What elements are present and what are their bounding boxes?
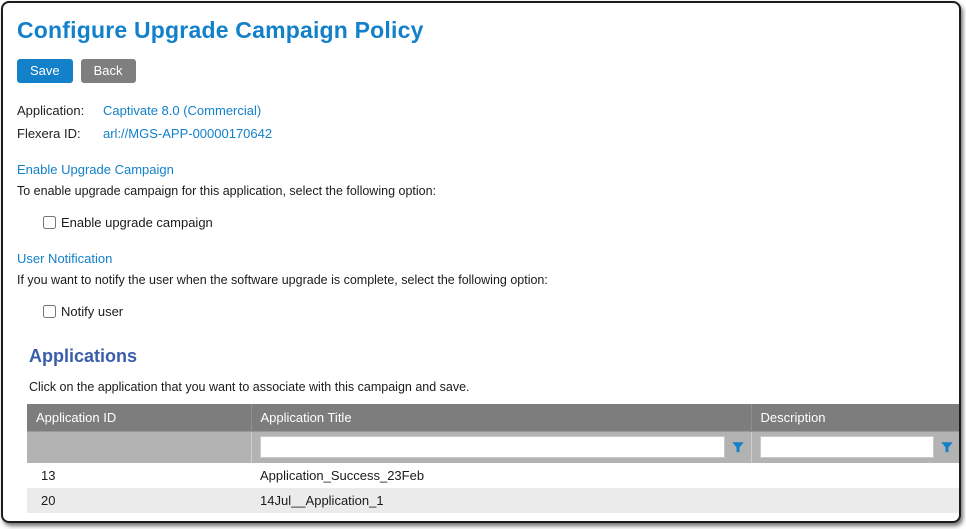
cell-description[interactable] [751,463,960,488]
flexera-id-label: Flexera ID: [17,126,103,141]
column-header-application-id[interactable]: Application ID [27,404,251,431]
enable-campaign-checkbox-row[interactable]: Enable upgrade campaign [43,215,959,230]
cell-application-id[interactable]: 20 [27,488,251,513]
application-title-filter-input[interactable] [260,436,725,458]
save-button[interactable]: Save [17,59,73,83]
cell-application-title[interactable]: 14Jul__Application_1 [251,488,751,513]
page-title: Configure Upgrade Campaign Policy [17,17,959,44]
cell-application-title[interactable]: Application_Success_23Feb [251,463,751,488]
table-row[interactable]: 13 Application_Success_23Feb [27,463,960,488]
application-label: Application: [17,103,103,118]
column-header-application-title[interactable]: Application Title [251,404,751,431]
column-header-description[interactable]: Description [751,404,960,431]
cell-description[interactable] [751,488,960,513]
filter-cell-description [751,431,960,463]
enable-campaign-heading: Enable Upgrade Campaign [17,162,959,177]
filter-cell-application-title [251,431,751,463]
filter-cell-application-id [27,431,251,463]
user-notification-description: If you want to notify the user when the … [17,273,959,287]
application-info: Application: Captivate 8.0 (Commercial) … [17,103,959,141]
applications-heading: Applications [29,346,959,367]
applications-table: Application ID Application Title Descrip… [27,404,961,513]
cell-application-id[interactable]: 13 [27,463,251,488]
table-row[interactable]: 20 14Jul__Application_1 [27,488,960,513]
back-button[interactable]: Back [81,59,136,83]
enable-campaign-checkbox[interactable] [43,216,56,229]
applications-description: Click on the application that you want t… [29,380,959,394]
notify-user-checkbox-label: Notify user [61,304,123,319]
filter-icon[interactable] [940,440,954,454]
application-link[interactable]: Captivate 8.0 (Commercial) [103,103,261,118]
notify-user-checkbox[interactable] [43,305,56,318]
description-filter-input[interactable] [760,436,934,458]
flexera-id-row: Flexera ID: arl://MGS-APP-00000170642 [17,126,959,141]
table-filter-row [27,431,960,463]
configure-upgrade-campaign-window: Configure Upgrade Campaign Policy Save B… [1,1,961,523]
flexera-id-link[interactable]: arl://MGS-APP-00000170642 [103,126,272,141]
filter-icon[interactable] [731,440,745,454]
enable-campaign-description: To enable upgrade campaign for this appl… [17,184,959,198]
table-header-row: Application ID Application Title Descrip… [27,404,960,431]
enable-campaign-checkbox-label: Enable upgrade campaign [61,215,213,230]
notify-user-checkbox-row[interactable]: Notify user [43,304,959,319]
page-content: Configure Upgrade Campaign Policy Save B… [3,3,959,513]
application-row: Application: Captivate 8.0 (Commercial) [17,103,959,118]
user-notification-heading: User Notification [17,251,959,266]
toolbar: Save Back [17,59,959,83]
